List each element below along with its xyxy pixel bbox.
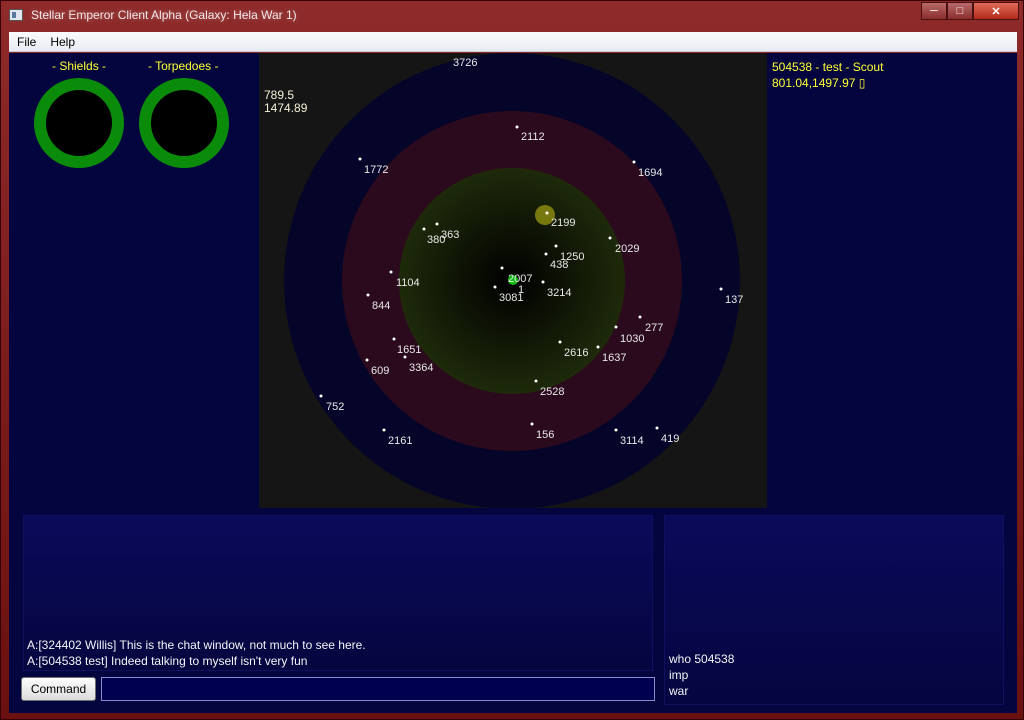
contact-dot[interactable]: [422, 227, 426, 231]
contact-dot[interactable]: [614, 325, 618, 329]
contact-label[interactable]: 137: [725, 294, 743, 306]
contact-label[interactable]: 1651: [397, 344, 421, 356]
contact-label[interactable]: 2112: [521, 131, 545, 143]
history-entry[interactable]: imp: [669, 668, 688, 682]
close-button[interactable]: ✕: [973, 2, 1019, 20]
command-input[interactable]: [101, 677, 655, 701]
torpedoes-label: - Torpedoes -: [148, 59, 219, 73]
contact-dot[interactable]: [530, 422, 534, 426]
ship-position: 801.04,1497.97 ▯: [772, 76, 866, 90]
contact-label[interactable]: 752: [326, 401, 344, 413]
contact-dot[interactable]: [366, 293, 370, 297]
contact-label[interactable]: 3214: [547, 287, 571, 299]
contact-label[interactable]: 3364: [409, 362, 433, 374]
contact-label[interactable]: 2029: [615, 243, 639, 255]
contact-dot[interactable]: [608, 236, 612, 240]
contact-dot[interactable]: [541, 280, 545, 284]
contact-label[interactable]: 1104: [396, 277, 420, 289]
cursor-y: 1474.89: [264, 101, 308, 115]
contact-label[interactable]: 419: [661, 433, 679, 445]
contact-dot[interactable]: [389, 270, 393, 274]
window-title: Stellar Emperor Client Alpha (Galaxy: He…: [31, 8, 297, 22]
contact-label[interactable]: 2161: [388, 435, 412, 447]
contact-label[interactable]: 1030: [620, 333, 644, 345]
contact-label[interactable]: 609: [371, 365, 389, 377]
client-area: - Shields - - Torpedoes - 3726 2112 1772 16…: [9, 53, 1017, 713]
menu-help[interactable]: Help: [44, 35, 81, 49]
command-history[interactable]: who 504538 imp war: [664, 515, 1004, 705]
contact-dot[interactable]: [515, 125, 519, 129]
contact-dot[interactable]: [632, 160, 636, 164]
shields-gauge: [34, 78, 124, 168]
contact-dot[interactable]: [558, 340, 562, 344]
contact-label[interactable]: 277: [645, 322, 663, 334]
chat-window[interactable]: A:[324402 Willis] This is the chat windo…: [23, 515, 653, 671]
radar-map[interactable]: 372621121772 1694219938036320291250438110…: [259, 53, 767, 508]
contact-label[interactable]: 1694: [638, 167, 662, 179]
contact-label[interactable]: 1637: [602, 352, 626, 364]
shields-label: - Shields -: [52, 59, 107, 73]
cursor-x: 789.5: [264, 88, 295, 102]
contact-label[interactable]: 844: [372, 300, 390, 312]
contact-dot[interactable]: [435, 222, 439, 226]
history-entry[interactable]: who 504538: [669, 652, 734, 666]
contact-dot[interactable]: [319, 394, 323, 398]
contact-label[interactable]: 2616: [564, 347, 588, 359]
contact-dot[interactable]: [500, 266, 504, 270]
contact-dot[interactable]: [382, 428, 386, 432]
contact-dot[interactable]: [596, 345, 600, 349]
contact-label[interactable]: 363: [441, 229, 459, 241]
ship-header: 504538 - test - Scout: [772, 60, 884, 74]
contact-label[interactable]: 438: [550, 259, 568, 271]
contact-dot[interactable]: [655, 426, 659, 430]
contact-label[interactable]: 3726: [453, 57, 477, 69]
window-controls: ─ □ ✕: [921, 2, 1019, 20]
contact-dot[interactable]: [638, 315, 642, 319]
contact-label[interactable]: 2199: [551, 217, 575, 229]
contact-dot[interactable]: [554, 244, 558, 248]
maximize-button[interactable]: □: [947, 2, 973, 20]
contact-label[interactable]: 1772: [364, 164, 388, 176]
app-window: Stellar Emperor Client Alpha (Galaxy: He…: [0, 0, 1024, 720]
contact-dot[interactable]: [614, 428, 618, 432]
chat-message: A:[504538 test] Indeed talking to myself…: [27, 654, 308, 668]
contact-dot[interactable]: [534, 379, 538, 383]
contact-dot[interactable]: [544, 252, 548, 256]
contact-label[interactable]: 3114: [620, 435, 644, 447]
ship-info: 504538 - test - Scout 801.04,1497.97 ▯: [772, 59, 883, 91]
contact-dot[interactable]: [392, 337, 396, 341]
command-button[interactable]: Command: [21, 677, 96, 701]
radar-view[interactable]: 3726 2112 1772 1694 2199 380 363 2029 1250 438 110…: [259, 53, 767, 508]
contact-dot[interactable]: [365, 358, 369, 362]
app-icon[interactable]: [9, 9, 23, 21]
chat-message: A:[324402 Willis] This is the chat windo…: [27, 638, 366, 652]
contact-label[interactable]: 156: [536, 429, 554, 441]
contact-dot[interactable]: [493, 285, 497, 289]
contact-dot[interactable]: [545, 211, 549, 215]
title-bar[interactable]: Stellar Emperor Client Alpha (Galaxy: He…: [1, 1, 1024, 31]
minimize-button[interactable]: ─: [921, 2, 947, 20]
contact-label[interactable]: 3081: [499, 292, 523, 304]
menu-bar: File Help: [9, 32, 1017, 52]
contact-dot[interactable]: [719, 287, 723, 291]
contact-dot[interactable]: [403, 355, 407, 359]
torpedoes-gauge: [139, 78, 229, 168]
contact-label[interactable]: 2528: [540, 386, 564, 398]
contact-dot[interactable]: [358, 157, 362, 161]
menu-file[interactable]: File: [11, 35, 42, 49]
history-entry[interactable]: war: [669, 684, 688, 698]
